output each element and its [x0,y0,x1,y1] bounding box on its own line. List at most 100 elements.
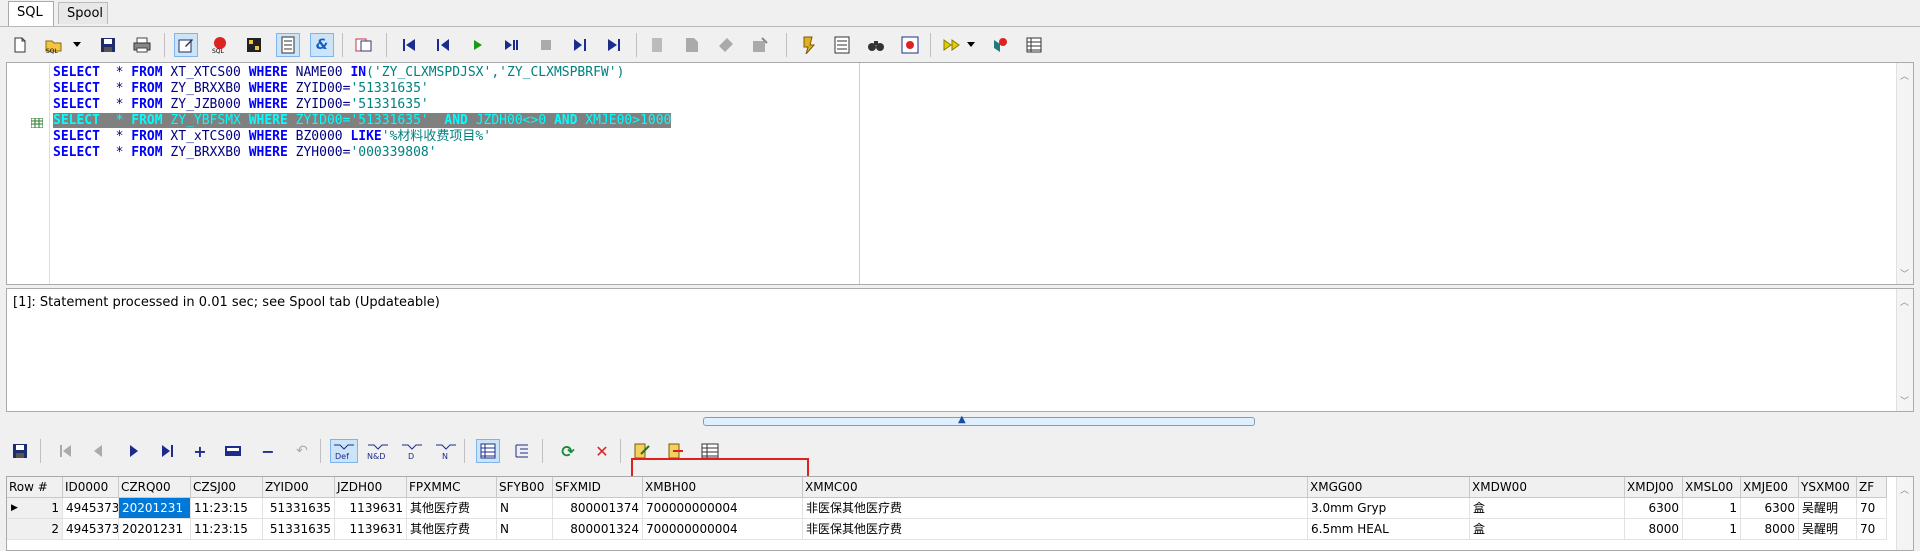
grid-scrollbar[interactable]: ︿ [1896,477,1913,550]
table-cell[interactable]: 4945373 [63,519,119,540]
message-scrollbar[interactable]: ︿ ﹀ [1896,289,1913,411]
table-cell[interactable]: 800001374 [553,498,643,519]
prior-record-icon[interactable] [86,439,110,463]
column-header[interactable]: XMGG00 [1308,477,1470,498]
open-sql-icon[interactable]: SQL [42,33,66,57]
sql-line[interactable]: SELECT * FROM XT_XTCS00 WHERE NAME00 IN(… [53,65,671,81]
run-all-icon[interactable] [500,33,524,57]
table-cell[interactable]: 6.5mm HEAL [1308,519,1470,540]
next-record-icon[interactable] [122,439,146,463]
nd-icon[interactable]: N&D [364,439,392,463]
sql-code[interactable]: SELECT * FROM XT_XTCS00 WHERE NAME00 IN(… [53,65,672,161]
column-header[interactable]: JZDH00 [335,477,407,498]
form-view-icon[interactable] [510,439,534,463]
n-icon[interactable]: N [432,439,460,463]
table-cell[interactable]: 6300 [1741,498,1799,519]
table-cell[interactable]: 11:23:15 [191,519,263,540]
column-header[interactable]: FPXMMC [407,477,497,498]
dropdown-arrow-icon[interactable] [964,33,978,57]
result-grid[interactable]: ︿ Row # ID0000 CZRQ00 CZSJ00 ZYID00 JZDH00 FPX… [6,476,1914,551]
dropdown-arrow-icon[interactable] [70,33,84,57]
tab-sql[interactable]: SQL [8,1,54,26]
clear-icon[interactable] [748,33,772,57]
sql-editor[interactable]: SELECT * FROM XT_XTCS00 WHERE NAME00 IN(… [6,62,1914,285]
panel-splitter[interactable]: ▲ [6,414,1912,428]
column-header[interactable]: ID0000 [63,477,119,498]
refresh-icon[interactable]: ⟳ [556,439,580,463]
edit-sql-icon[interactable] [174,33,198,57]
table-cell[interactable]: 20201231 [119,519,191,540]
splitter-handle[interactable] [703,417,1255,426]
table-cell[interactable]: 70 [1857,498,1887,519]
sql-line[interactable]: SELECT * FROM ZY_BRXXB0 WHERE ZYH000='00… [53,145,671,161]
last-record-icon[interactable] [156,439,180,463]
table-cell[interactable]: 6300 [1625,498,1683,519]
tab-spool[interactable]: Spool [58,2,108,24]
run-icon[interactable] [466,33,490,57]
table-cell[interactable]: 吴醒明 [1799,519,1857,540]
table-cell[interactable]: 其他医疗费 [407,519,497,540]
bookmark-icon[interactable] [988,33,1012,57]
delete-record-icon[interactable]: − [256,439,280,463]
find-icon[interactable] [864,33,888,57]
chevron-up-icon[interactable]: ▲ [958,414,966,425]
table-cell[interactable]: 1 [1683,519,1741,540]
copy-icon[interactable] [352,33,376,57]
column-header[interactable]: ZYID00 [263,477,335,498]
stop-query-icon[interactable]: SQL [208,33,232,57]
table-cell[interactable]: 8000 [1741,519,1799,540]
query-builder-icon[interactable] [276,33,300,57]
table-cell[interactable]: N [497,498,553,519]
column-header[interactable]: SFXMID [553,477,643,498]
column-header[interactable]: XMMC00 [803,477,1308,498]
column-header[interactable]: YSXM00 [1799,477,1857,498]
copy-clip-icon[interactable] [714,33,738,57]
format-sql-icon[interactable]: & [310,33,334,57]
editor-scrollbar[interactable]: ︿ ﹀ [1896,63,1913,284]
stop-icon[interactable] [534,33,558,57]
table-cell[interactable]: 20201231 [119,498,191,519]
list-icon[interactable] [830,33,854,57]
grid-view-icon[interactable] [476,439,500,463]
explain-icon[interactable] [796,33,820,57]
save-icon[interactable] [96,33,120,57]
sql-line[interactable]: SELECT * FROM ZY_JZB000 WHERE ZYID00='51… [53,97,671,113]
paste-icon[interactable] [680,33,704,57]
table-cell[interactable]: 1139631 [335,498,407,519]
cut-icon[interactable] [646,33,670,57]
sql-line[interactable]: SELECT * FROM XT_xTCS00 WHERE BZ0000 LIK… [53,129,671,145]
sql-line[interactable]: SELECT * FROM ZY_YBFSMX WHERE ZYID00='51… [53,113,672,129]
d-icon[interactable]: D [398,439,426,463]
column-header[interactable]: XMDJ00 [1625,477,1683,498]
column-header[interactable]: XMBH00 [643,477,803,498]
next-icon[interactable] [568,33,592,57]
first-record-icon[interactable] [54,439,78,463]
column-header[interactable]: XMDW00 [1470,477,1625,498]
first-icon[interactable] [398,33,422,57]
table-icon[interactable] [1022,33,1046,57]
column-header[interactable]: XMSL00 [1683,477,1741,498]
macro-icon[interactable] [940,33,964,57]
table-cell[interactable]: 非医保其他医疗费 [803,498,1308,519]
table-cell[interactable]: 70 [1857,519,1887,540]
column-header[interactable]: XMJE00 [1741,477,1799,498]
table-cell[interactable]: 盒 [1470,519,1625,540]
table-cell[interactable]: 其他医疗费 [407,498,497,519]
table-cell[interactable]: 800001324 [553,519,643,540]
table-cell[interactable]: 700000000004 [643,519,803,540]
grid-icon[interactable] [242,33,266,57]
table-cell[interactable]: 8000 [1625,519,1683,540]
save-icon[interactable] [8,439,32,463]
previous-icon[interactable] [432,33,456,57]
column-header[interactable]: CZRQ00 [119,477,191,498]
def-icon[interactable]: Def [330,439,358,463]
insert-record-icon[interactable]: + [188,439,212,463]
column-header[interactable]: CZSJ00 [191,477,263,498]
options-icon[interactable] [898,33,922,57]
cancel-edit-icon[interactable]: ↶ [290,439,314,463]
edit-record-icon[interactable] [222,439,246,463]
table-cell[interactable]: 1139631 [335,519,407,540]
column-header[interactable]: Row # [7,477,63,498]
last-icon[interactable] [602,33,626,57]
table-cell[interactable]: N [497,519,553,540]
